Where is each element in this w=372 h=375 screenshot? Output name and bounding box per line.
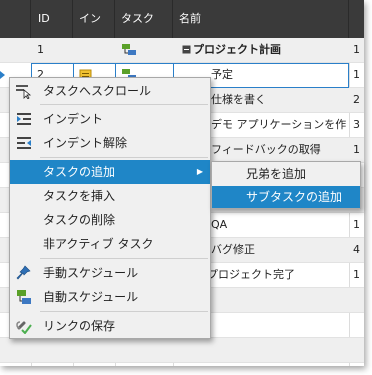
extra-cell: 1 bbox=[353, 268, 360, 281]
menu-item-label: タスクを挿入 bbox=[43, 189, 116, 203]
column-header-extra[interactable] bbox=[349, 0, 364, 38]
menu-item-label: インデント解除 bbox=[43, 136, 128, 150]
menu-separator bbox=[40, 311, 208, 312]
task-name-cell[interactable]: プロジェクト計画 bbox=[193, 38, 281, 62]
submenu-arrow-icon: ▶ bbox=[196, 167, 203, 176]
extra-cell: 2 bbox=[353, 93, 360, 106]
task-name-cell[interactable]: フィードバックの取得 bbox=[211, 138, 321, 162]
pin-icon bbox=[15, 265, 33, 281]
menu-separator bbox=[40, 104, 208, 105]
table-row[interactable] bbox=[0, 338, 364, 363]
column-header-task-mode[interactable]: タスク bbox=[115, 0, 173, 38]
task-name-cell[interactable]: プロジェクト完了 bbox=[207, 263, 295, 287]
column-header-name[interactable]: 名前 bbox=[173, 0, 349, 38]
menu-item-label: タスクの削除 bbox=[43, 213, 116, 227]
grid-header: ID イン タスク 名前 bbox=[0, 0, 364, 38]
task-name-cell[interactable]: デモ アプリケーションを作 bbox=[211, 113, 346, 137]
extra-cell: 4 bbox=[353, 243, 360, 256]
summary-toggle-icon[interactable] bbox=[182, 38, 191, 62]
extra-cell: 1 bbox=[353, 68, 360, 81]
submenu-item-label: サブタスクの追加 bbox=[246, 190, 343, 204]
extra-cell: 1 bbox=[353, 143, 360, 156]
menu-item-delete-task[interactable]: タスクの削除 bbox=[10, 208, 210, 232]
menu-item-label: 手動スケジュール bbox=[43, 266, 139, 280]
menu-item-inactive-task[interactable]: 非アクティブ タスク bbox=[10, 232, 210, 256]
auto-schedule-icon bbox=[121, 42, 137, 58]
extra-cell: 1 bbox=[353, 218, 360, 231]
add-task-submenu: 兄弟を追加 サブタスクの追加 bbox=[211, 161, 361, 209]
menu-item-label: 非アクティブ タスク bbox=[43, 237, 154, 251]
menu-item-label: タスクへスクロール bbox=[43, 84, 152, 98]
context-menu: タスクへスクロール インデント インデント解除 タスクの追加 ▶ タスクを挿入 … bbox=[9, 77, 211, 339]
row-drag-handle[interactable] bbox=[0, 65, 6, 85]
task-name-cell[interactable]: 仕様を書く bbox=[211, 88, 266, 112]
outdent-icon bbox=[15, 135, 33, 151]
id-cell: 1 bbox=[37, 43, 44, 56]
submenu-item-add-sibling[interactable]: 兄弟を追加 bbox=[212, 163, 360, 185]
menu-item-manual-schedule[interactable]: 手動スケジュール bbox=[10, 261, 210, 285]
menu-item-insert-task[interactable]: タスクを挿入 bbox=[10, 184, 210, 208]
menu-item-label: リンクの保存 bbox=[43, 319, 116, 333]
task-name-cell[interactable]: QA bbox=[211, 213, 227, 237]
submenu-item-label: 兄弟を追加 bbox=[246, 167, 307, 181]
menu-item-add-task[interactable]: タスクの追加 ▶ bbox=[10, 160, 210, 184]
table-row[interactable]: 1 プロジェクト計画 1 bbox=[0, 38, 364, 63]
menu-item-outdent[interactable]: インデント解除 bbox=[10, 131, 210, 155]
row-indicator-header bbox=[0, 0, 31, 38]
auto-schedule-icon bbox=[15, 289, 33, 305]
indent-icon bbox=[15, 111, 33, 127]
menu-item-label: 自動スケジュール bbox=[43, 290, 139, 304]
extra-cell: 1 bbox=[353, 43, 360, 56]
task-name-cell[interactable]: バグ修正 bbox=[211, 238, 255, 262]
menu-item-indent[interactable]: インデント bbox=[10, 107, 210, 131]
column-header-indent[interactable]: イン bbox=[73, 0, 115, 38]
column-header-id[interactable]: ID bbox=[31, 0, 73, 38]
menu-item-scroll-to-task[interactable]: タスクへスクロール bbox=[10, 79, 210, 103]
menu-separator bbox=[40, 157, 208, 158]
submenu-item-add-subtask[interactable]: サブタスクの追加 bbox=[212, 186, 360, 208]
scroll-to-task-icon bbox=[15, 83, 33, 100]
extra-cell: 3 bbox=[353, 118, 360, 131]
menu-item-label: インデント bbox=[43, 112, 104, 126]
menu-item-label: タスクの追加 bbox=[43, 165, 116, 179]
link-save-icon bbox=[15, 318, 33, 335]
menu-item-save-links[interactable]: リンクの保存 bbox=[10, 314, 210, 338]
menu-separator bbox=[40, 258, 208, 259]
menu-item-auto-schedule[interactable]: 自動スケジュール bbox=[10, 285, 210, 309]
